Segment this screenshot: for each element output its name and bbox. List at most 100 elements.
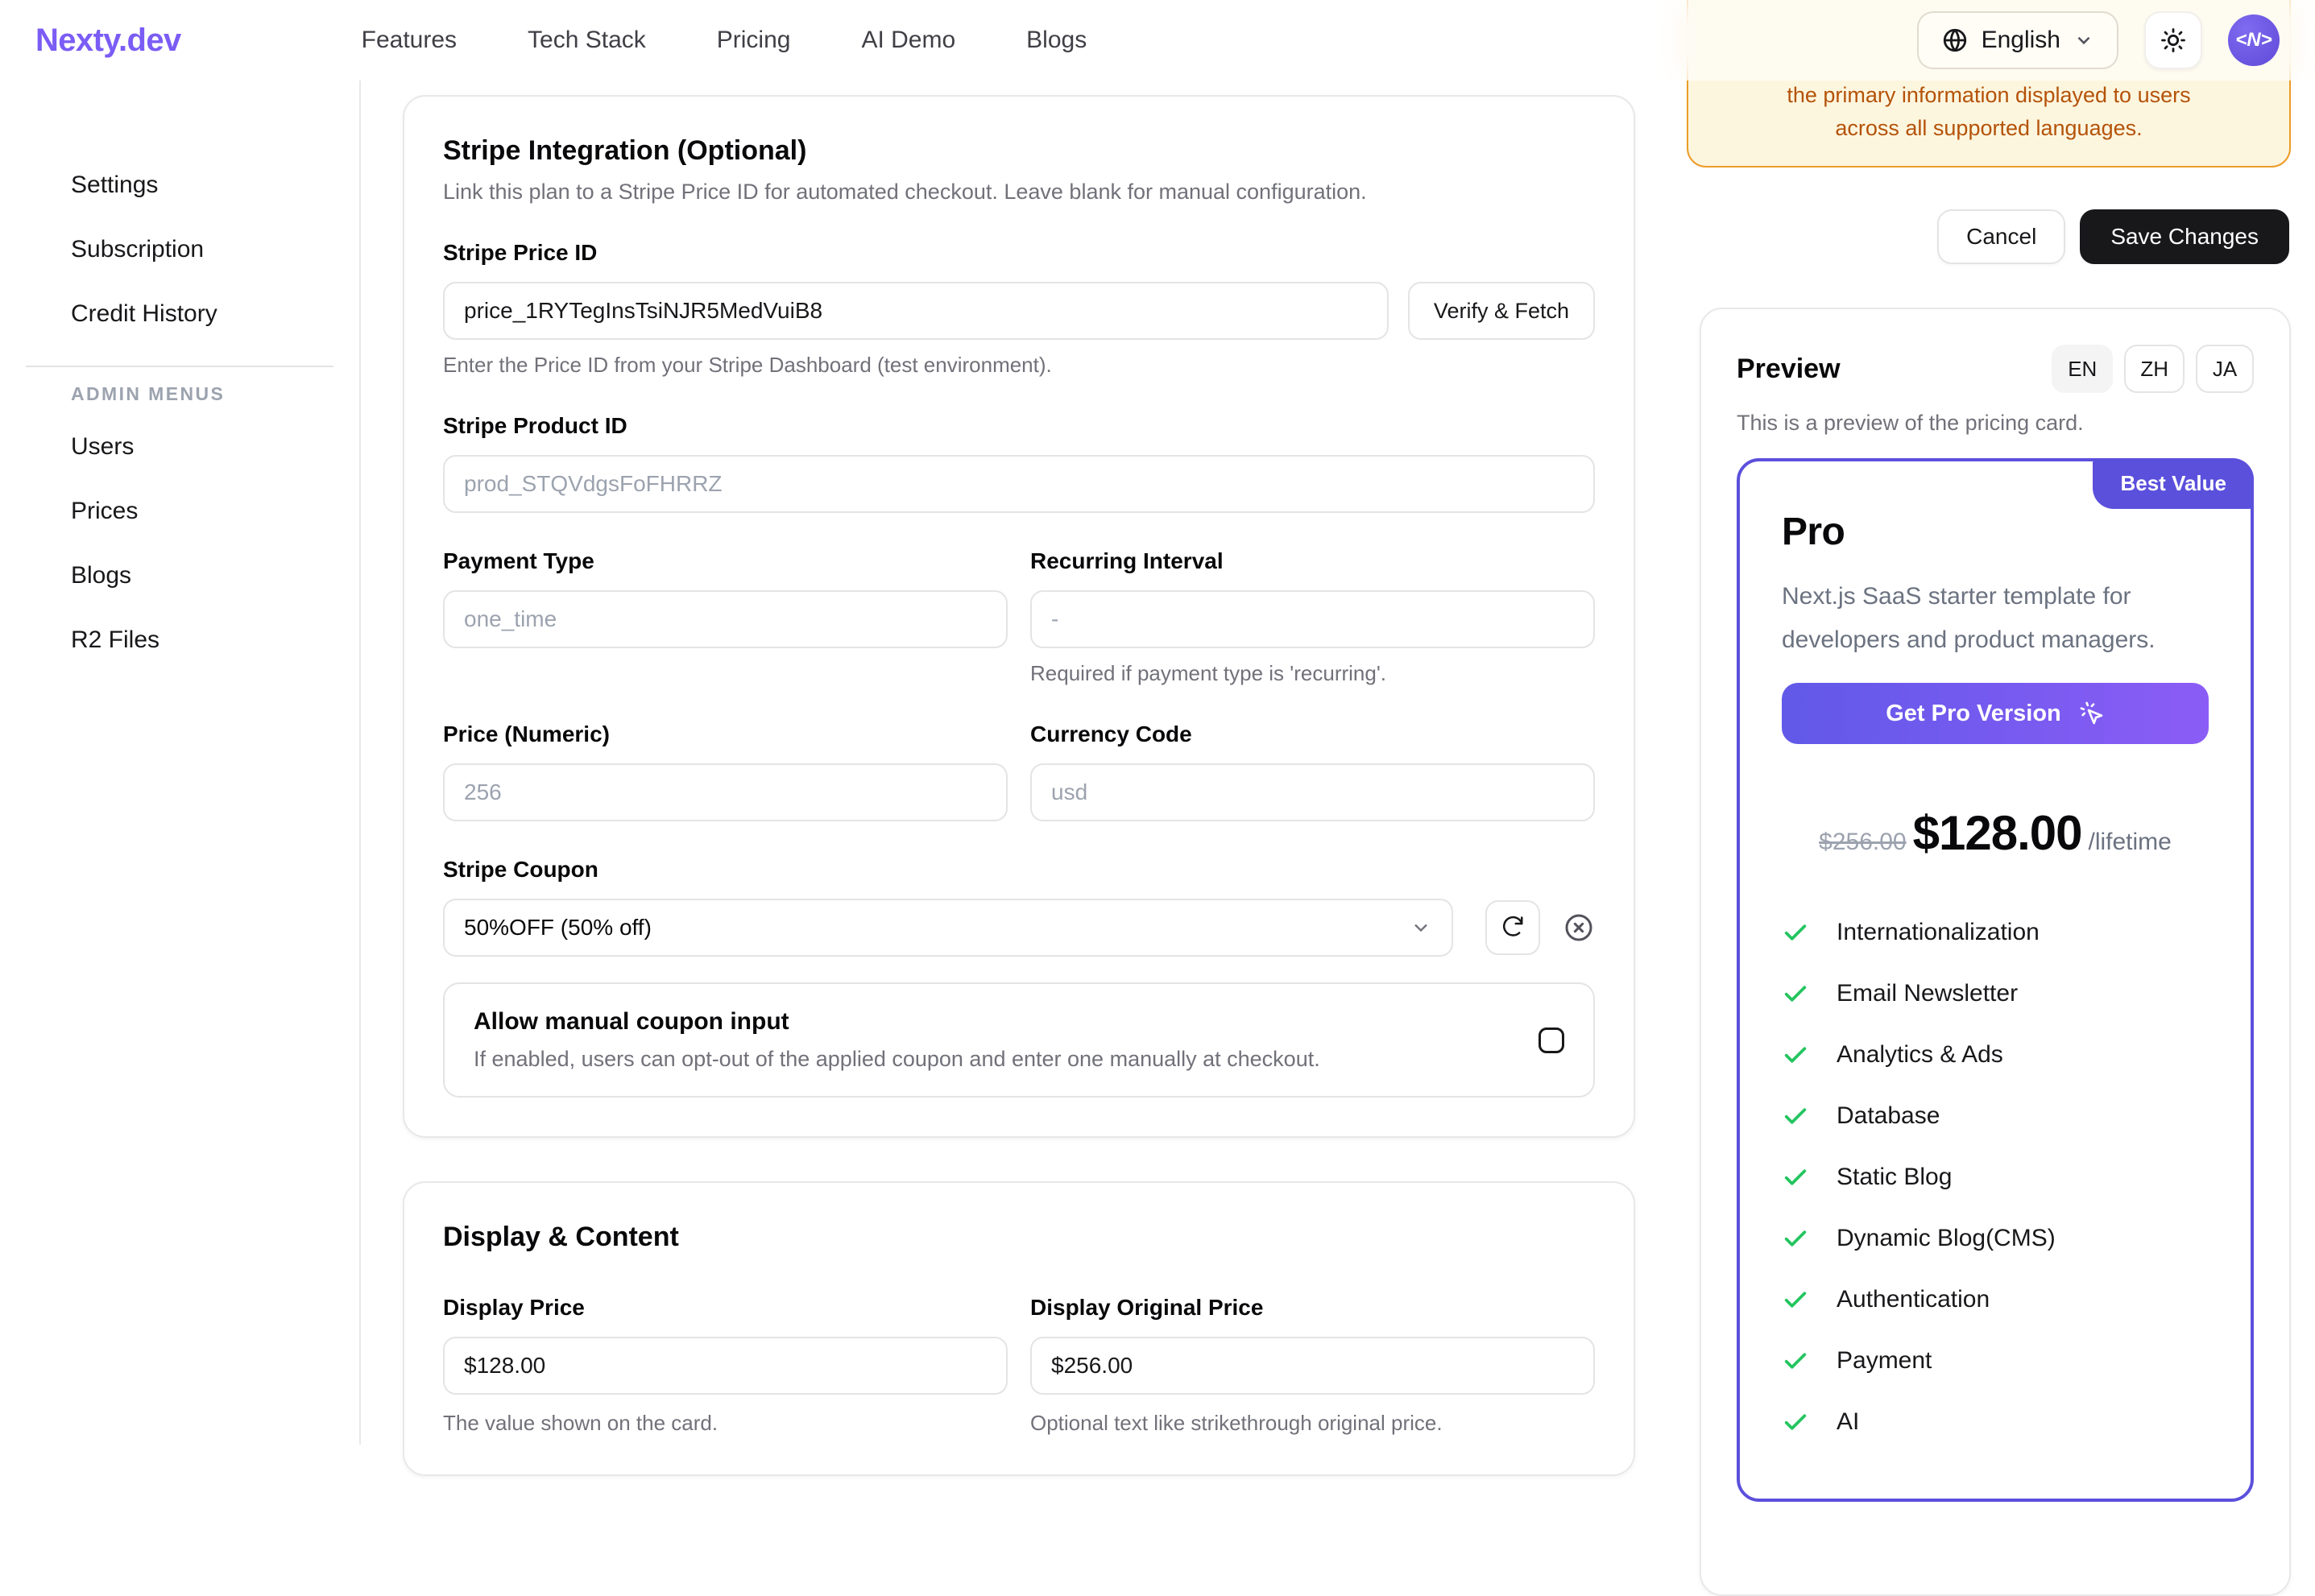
notice-line: across all supported languages. (1835, 112, 2142, 145)
sidebar-divider (26, 366, 333, 367)
sun-icon (2160, 27, 2187, 54)
preview-title: Preview (1737, 354, 1841, 385)
brand-logo[interactable]: Nexty.dev (35, 23, 181, 59)
payment-type-label: Payment Type (443, 548, 1008, 574)
sidebar-item-users[interactable]: Users (0, 415, 359, 479)
display-price-input[interactable] (443, 1337, 1008, 1395)
currency-code-label: Currency Code (1030, 722, 1595, 747)
check-icon (1782, 1408, 1809, 1436)
plan-description: Next.js SaaS starter template for develo… (1782, 575, 2209, 662)
feature-item: Payment (1782, 1344, 2209, 1378)
section-title: Stripe Integration (Optional) (443, 135, 1595, 167)
feature-item: Dynamic Blog(CMS) (1782, 1222, 2209, 1255)
manual-coupon-box: Allow manual coupon input If enabled, us… (443, 982, 1595, 1098)
display-price-label: Display Price (443, 1295, 1008, 1321)
check-icon (1782, 1041, 1809, 1069)
sidebar-item-settings[interactable]: Settings (0, 153, 359, 217)
display-original-price-input[interactable] (1030, 1337, 1595, 1395)
cancel-button[interactable]: Cancel (1937, 209, 2065, 264)
nav-tech-stack[interactable]: Tech Stack (528, 27, 646, 54)
nav-blogs[interactable]: Blogs (1026, 27, 1087, 54)
section-title: Display & Content (443, 1222, 1595, 1253)
check-icon (1782, 1286, 1809, 1313)
nav-pricing[interactable]: Pricing (717, 27, 791, 54)
price-row: $256.00 $128.00 /lifetime (1782, 805, 2209, 861)
preview-lang-ja[interactable]: JA (2196, 345, 2254, 393)
stripe-coupon-select[interactable]: 50%OFF (50% off) (443, 899, 1453, 957)
refresh-coupons-button[interactable] (1485, 900, 1540, 955)
price-interval: /lifetime (2088, 829, 2171, 856)
section-subtitle: Link this plan to a Stripe Price ID for … (443, 180, 1595, 205)
nav-features[interactable]: Features (362, 27, 457, 54)
nav-ai-demo[interactable]: AI Demo (861, 27, 955, 54)
check-icon (1782, 919, 1809, 946)
clear-coupon-button[interactable] (1563, 912, 1595, 944)
admin-pricing-edit-page: { "header": { "logo": "Nexty.dev", "nav"… (0, 0, 2315, 1445)
original-price: $256.00 (1819, 829, 1906, 856)
avatar-monogram: <N> (2235, 29, 2272, 52)
notice-line: the primary information displayed to use… (1787, 79, 2190, 112)
stripe-product-id-input[interactable] (443, 455, 1595, 513)
chevron-down-icon (2073, 30, 2094, 51)
preview-lang-zh[interactable]: ZH (2124, 345, 2185, 393)
top-navbar: Nexty.dev Features Tech Stack Pricing AI… (0, 0, 2315, 81)
preview-language-tabs: EN ZH JA (2052, 345, 2254, 393)
price-numeric-input[interactable] (443, 763, 1008, 821)
display-price-help: The value shown on the card. (443, 1411, 1008, 1436)
stripe-price-id-input[interactable] (443, 282, 1389, 340)
preview-lang-en[interactable]: EN (2052, 345, 2113, 393)
sidebar-section-label: ADMIN MENUS (0, 383, 359, 405)
feature-list: Internationalization Email Newsletter An… (1782, 916, 2209, 1439)
preview-panel: Preview EN ZH JA This is a preview of th… (1700, 308, 2291, 1596)
sidebar-item-blogs[interactable]: Blogs (0, 544, 359, 608)
current-price: $128.00 (1913, 805, 2082, 861)
feature-item: Analytics & Ads (1782, 1038, 2209, 1072)
circle-x-icon (1563, 912, 1595, 944)
header-controls: English <N> (1917, 11, 2280, 69)
feature-item: AI (1782, 1405, 2209, 1439)
preview-subtitle: This is a preview of the pricing card. (1737, 411, 2254, 436)
language-selector[interactable]: English (1917, 11, 2118, 69)
sidebar-item-subscription[interactable]: Subscription (0, 217, 359, 282)
feature-item: Internationalization (1782, 916, 2209, 949)
form-actions: Cancel Save Changes (1937, 209, 2289, 264)
verify-fetch-button[interactable]: Verify & Fetch (1408, 282, 1595, 340)
stripe-integration-card: Stripe Integration (Optional) Link this … (403, 95, 1635, 1138)
pricing-card-preview: Best Value Pro Next.js SaaS starter temp… (1737, 458, 2254, 1502)
price-numeric-label: Price (Numeric) (443, 722, 1008, 747)
best-value-badge: Best Value (2093, 458, 2254, 509)
save-changes-button[interactable]: Save Changes (2080, 209, 2289, 264)
payment-type-input[interactable] (443, 590, 1008, 648)
stripe-price-id-label: Stripe Price ID (443, 240, 1595, 266)
stripe-price-id-help: Enter the Price ID from your Stripe Dash… (443, 353, 1595, 378)
sidebar-item-prices[interactable]: Prices (0, 479, 359, 544)
recurring-interval-help: Required if payment type is 'recurring'. (1030, 661, 1595, 686)
mouse-pointer-click-icon (2079, 701, 2105, 726)
sidebar-item-credit-history[interactable]: Credit History (0, 282, 359, 346)
manual-coupon-checkbox[interactable] (1539, 1027, 1564, 1053)
sidebar-item-r2-files[interactable]: R2 Files (0, 608, 359, 672)
check-icon (1782, 1102, 1809, 1130)
user-avatar[interactable]: <N> (2228, 14, 2280, 66)
feature-item: Static Blog (1782, 1160, 2209, 1194)
currency-code-input[interactable] (1030, 763, 1595, 821)
feature-item: Email Newsletter (1782, 977, 2209, 1011)
recurring-interval-input[interactable] (1030, 590, 1595, 648)
check-icon (1782, 1225, 1809, 1252)
globe-icon (1941, 27, 1969, 54)
recurring-interval-label: Recurring Interval (1030, 548, 1595, 574)
manual-coupon-description: If enabled, users can opt-out of the app… (474, 1047, 1513, 1072)
check-icon (1782, 980, 1809, 1007)
refresh-icon (1501, 916, 1525, 940)
chevron-down-icon (1410, 916, 1432, 939)
display-original-price-help: Optional text like strikethrough origina… (1030, 1411, 1595, 1436)
stripe-coupon-label: Stripe Coupon (443, 857, 1595, 883)
get-pro-version-button[interactable]: Get Pro Version (1782, 683, 2209, 744)
feature-item: Authentication (1782, 1283, 2209, 1317)
plan-name: Pro (1782, 510, 2209, 554)
coupon-selected-value: 50%OFF (50% off) (464, 915, 652, 941)
check-icon (1782, 1164, 1809, 1191)
theme-toggle-button[interactable] (2144, 11, 2202, 69)
language-label: English (1982, 27, 2060, 54)
display-original-price-label: Display Original Price (1030, 1295, 1595, 1321)
